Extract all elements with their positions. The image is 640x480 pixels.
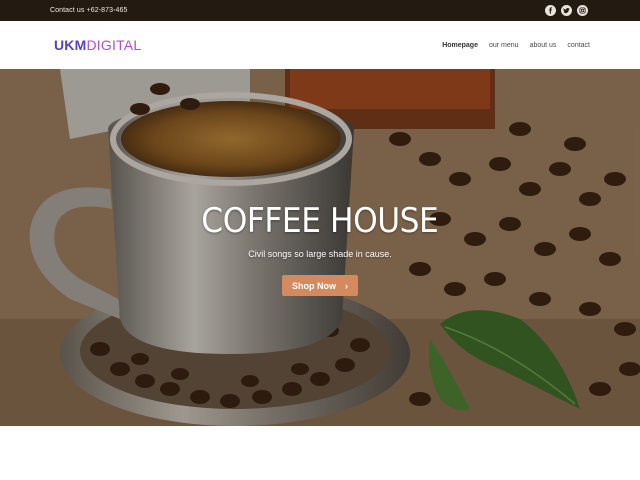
logo-bold-text: UKM [54,37,87,53]
contact-text: Contact us +62-873-465 [50,7,128,14]
hero-section: COFFEE HOUSE Civil songs so large shade … [0,69,640,426]
logo[interactable]: UKM DIGITAL [54,37,141,53]
instagram-icon[interactable] [577,5,588,16]
hero-title: COFFEE HOUSE [201,201,439,241]
shop-now-label: Shop Now [292,280,336,291]
hero-subtitle: Civil songs so large shade in cause. [248,249,392,259]
top-bar: Contact us +62-873-465 [0,0,640,21]
nav-our-menu[interactable]: our menu [489,42,519,49]
social-links [545,5,588,16]
chevron-right-icon: › [345,280,348,291]
logo-light-text: DIGITAL [86,37,142,53]
main-nav: Homepage our menu about us contact [442,42,590,49]
site-header: UKM DIGITAL Homepage our menu about us co… [0,21,640,69]
nav-homepage[interactable]: Homepage [442,42,478,49]
hero-content: COFFEE HOUSE Civil songs so large shade … [0,201,640,296]
nav-contact[interactable]: contact [567,42,590,49]
twitter-icon[interactable] [561,5,572,16]
shop-now-button[interactable]: Shop Now › [282,275,358,296]
facebook-icon[interactable] [545,5,556,16]
nav-about-us[interactable]: about us [530,42,557,49]
